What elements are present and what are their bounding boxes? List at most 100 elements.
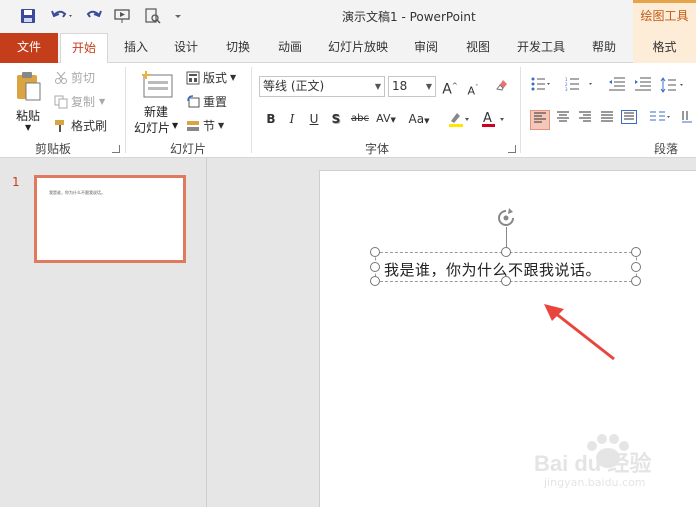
paste-label: 粘贴 bbox=[16, 109, 41, 123]
clipboard-group-label: 剪贴板 bbox=[35, 142, 72, 156]
chevron-down-icon: ▼ bbox=[218, 121, 225, 130]
resize-handle-top-right[interactable] bbox=[631, 247, 641, 257]
new-slide-button[interactable]: 新建 幻灯片 ▼ bbox=[134, 69, 180, 135]
italic-button[interactable]: I bbox=[283, 110, 301, 128]
align-right-button[interactable] bbox=[576, 110, 594, 128]
reset-button[interactable]: 重置 bbox=[186, 93, 227, 110]
font-color-button[interactable]: A bbox=[479, 110, 509, 128]
tab-developer[interactable]: 开发工具 bbox=[510, 33, 572, 63]
title-bar: 演示文稿1 - PowerPoint 绘图工具 bbox=[0, 0, 696, 33]
cut-button[interactable]: 剪切 bbox=[54, 69, 95, 86]
align-center-button[interactable] bbox=[554, 110, 572, 128]
grow-font-icon[interactable]: A^ bbox=[441, 77, 459, 98]
columns-button[interactable] bbox=[648, 110, 674, 128]
tab-view[interactable]: 视图 bbox=[458, 33, 498, 63]
distributed-button[interactable] bbox=[620, 110, 638, 128]
justify-button[interactable] bbox=[598, 110, 616, 128]
text-shadow-button[interactable]: S bbox=[327, 110, 345, 128]
underline-button[interactable]: U bbox=[305, 110, 323, 128]
chevron-down-icon: ▼ bbox=[425, 82, 432, 91]
line-spacing-button[interactable] bbox=[660, 77, 688, 95]
decrease-indent-button[interactable] bbox=[606, 77, 628, 95]
chevron-down-icon: ▼ bbox=[374, 82, 381, 91]
text-direction-button[interactable] bbox=[680, 110, 694, 128]
numbering-button[interactable]: 123 bbox=[564, 77, 596, 95]
tab-transitions[interactable]: 切换 bbox=[218, 33, 258, 63]
watermark-url: jingyan.baidu.com bbox=[544, 476, 646, 489]
bold-button[interactable]: B bbox=[262, 110, 280, 128]
annotation-arrow-icon bbox=[544, 304, 615, 361]
bullets-button[interactable] bbox=[530, 77, 552, 95]
section-button[interactable]: 节 ▼ bbox=[186, 117, 224, 134]
format-painter-button[interactable]: 格式刷 bbox=[54, 117, 107, 134]
format-painter-icon bbox=[54, 119, 68, 133]
tab-design[interactable]: 设计 bbox=[166, 33, 206, 63]
clipboard-launcher-icon[interactable] bbox=[112, 145, 120, 153]
print-preview-icon[interactable] bbox=[142, 6, 164, 26]
resize-handle-bottom-right[interactable] bbox=[631, 276, 641, 286]
tab-animations[interactable]: 动画 bbox=[270, 33, 310, 63]
tab-file[interactable]: 文件 bbox=[0, 33, 58, 63]
slide-thumbnail[interactable]: 我是谁，你为什么不跟我说话。 bbox=[34, 175, 186, 263]
group-divider bbox=[251, 67, 252, 153]
undo-icon[interactable] bbox=[48, 6, 76, 26]
character-spacing-button[interactable]: AV▼ bbox=[373, 110, 399, 128]
layout-button[interactable]: 版式 ▼ bbox=[186, 69, 236, 86]
resize-handle-right[interactable] bbox=[631, 262, 641, 272]
font-name-dropdown[interactable]: 等线 (正文) ▼ bbox=[259, 76, 385, 97]
resize-handle-top-left[interactable] bbox=[370, 247, 380, 257]
new-slide-label-2: 幻灯片 bbox=[134, 121, 171, 135]
resize-handle-left[interactable] bbox=[370, 262, 380, 272]
text-box-content[interactable]: 我是谁，你为什么不跟我说话。 bbox=[384, 259, 601, 280]
shrink-font-icon[interactable]: Aˇ bbox=[464, 79, 482, 98]
redo-icon[interactable] bbox=[84, 6, 104, 26]
from-beginning-icon[interactable] bbox=[112, 6, 134, 26]
rotate-handle-line bbox=[506, 227, 507, 247]
increase-indent-button[interactable] bbox=[632, 77, 654, 95]
document-title: 演示文稿1 - PowerPoint bbox=[342, 10, 476, 24]
resize-handle-bottom[interactable] bbox=[501, 276, 511, 286]
save-icon[interactable] bbox=[18, 6, 38, 26]
font-group-label: 字体 bbox=[365, 142, 390, 156]
slides-group-label: 幻灯片 bbox=[170, 142, 207, 156]
ribbon: 粘贴 ▼ 剪切 复制 ▼ 格式刷 剪贴板 新建 幻灯片 ▼ 版式 ▼ 重置 节 … bbox=[0, 63, 696, 158]
chevron-down-icon: ▼ bbox=[25, 123, 32, 132]
scissors-icon bbox=[54, 71, 68, 85]
drawing-tools-header: 绘图工具 bbox=[633, 0, 696, 33]
chevron-down-icon: ▼ bbox=[172, 121, 179, 130]
customize-toolbar-icon[interactable] bbox=[170, 6, 186, 26]
font-size-dropdown[interactable]: 18 ▼ bbox=[388, 76, 436, 97]
tab-home[interactable]: 开始 bbox=[60, 33, 108, 64]
svg-text:A: A bbox=[483, 111, 492, 126]
paragraph-group-label: 段落 bbox=[654, 142, 679, 156]
change-case-button[interactable]: Aa▼ bbox=[404, 110, 434, 128]
rotate-handle-icon[interactable] bbox=[495, 207, 515, 227]
font-launcher-icon[interactable] bbox=[508, 145, 516, 153]
tab-review[interactable]: 审阅 bbox=[406, 33, 446, 63]
chevron-down-icon: ▼ bbox=[230, 73, 237, 82]
tab-format[interactable]: 格式 bbox=[633, 33, 696, 63]
highlight-color-button[interactable] bbox=[446, 110, 472, 128]
resize-handle-bottom-left[interactable] bbox=[370, 276, 380, 286]
reset-icon bbox=[186, 94, 200, 109]
resize-handle-top[interactable] bbox=[501, 247, 511, 257]
tab-help[interactable]: 帮助 bbox=[584, 33, 624, 63]
baidu-watermark: Bai du 经验 jingyan.baidu.com bbox=[530, 432, 690, 502]
text-box[interactable]: 我是谁，你为什么不跟我说话。 bbox=[370, 247, 641, 286]
group-divider bbox=[125, 67, 126, 153]
copy-icon bbox=[54, 95, 68, 109]
new-slide-label-1: 新建 bbox=[144, 105, 169, 119]
layout-icon bbox=[186, 71, 200, 85]
svg-text:3: 3 bbox=[565, 87, 568, 91]
tab-insert[interactable]: 插入 bbox=[116, 33, 156, 63]
slide-thumbnail-pane[interactable]: 1 我是谁，你为什么不跟我说话。 bbox=[0, 158, 207, 507]
strikethrough-button[interactable]: abc bbox=[349, 110, 371, 128]
slide-thumbnail-text: 我是谁，你为什么不跟我说话。 bbox=[49, 190, 105, 195]
paste-button[interactable]: 粘贴 ▼ bbox=[10, 69, 46, 133]
tab-slideshow[interactable]: 幻灯片放映 bbox=[322, 33, 394, 63]
group-divider bbox=[520, 67, 521, 153]
ribbon-tab-bar: 文件 开始 插入 设计 切换 动画 幻灯片放映 审阅 视图 开发工具 帮助 格式 bbox=[0, 33, 696, 64]
clear-formatting-icon[interactable] bbox=[493, 77, 511, 95]
align-left-button[interactable] bbox=[530, 110, 550, 130]
copy-button[interactable]: 复制 ▼ bbox=[54, 93, 105, 110]
